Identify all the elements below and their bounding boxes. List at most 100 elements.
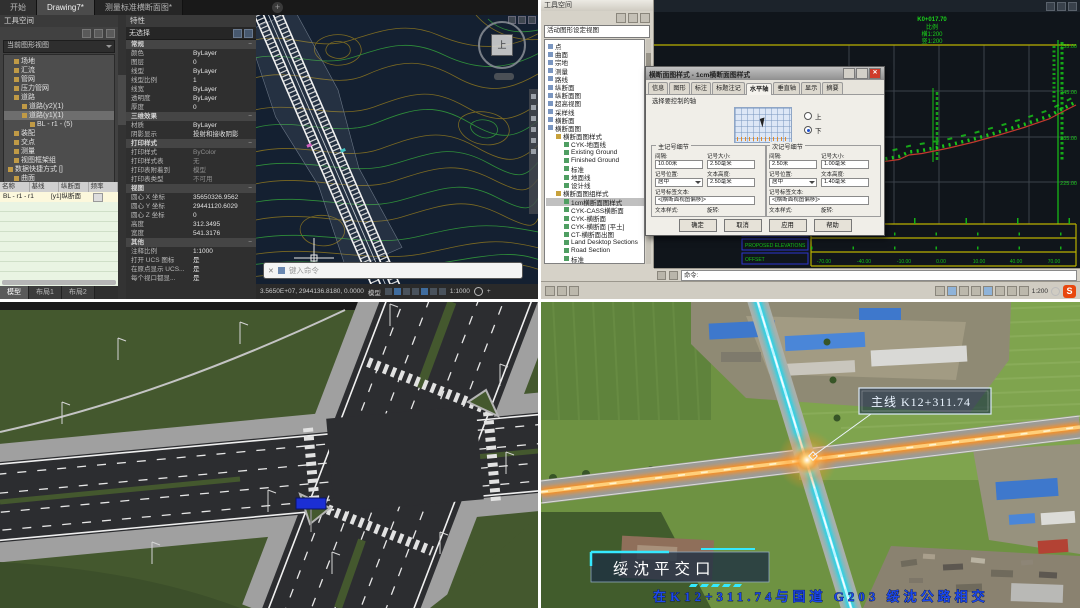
file-tab[interactable]: 测量标准横断面图* (95, 0, 183, 15)
property-row[interactable]: 打印样式表 无 (126, 157, 256, 166)
tree-item[interactable]: Existing Ground (546, 148, 644, 156)
customize-icon[interactable] (278, 267, 285, 274)
horizontal-scrollbar[interactable] (2, 280, 116, 285)
property-row[interactable]: 常规 (126, 40, 256, 49)
new-tab-button[interactable]: + (272, 2, 283, 13)
file-tab[interactable]: Drawing7* (37, 0, 95, 15)
close-icon[interactable]: ✕ (268, 267, 274, 275)
field-input[interactable]: 2.50毫米 (707, 178, 755, 187)
property-row[interactable]: 打印表类型 不可用 (126, 175, 256, 184)
panel-icon[interactable] (628, 13, 638, 23)
property-row[interactable]: 在原点显示 UCS... 是 (126, 265, 256, 274)
tree-item[interactable]: 标准 (546, 165, 644, 173)
field-input[interactable]: 2.50米 (769, 160, 817, 169)
window-buttons[interactable] (1046, 2, 1077, 11)
tree-item[interactable]: 视图框架组 (4, 156, 114, 165)
settings-view-select[interactable]: 活动图形设定视图 (544, 25, 650, 38)
restore-icon[interactable] (518, 16, 526, 24)
tree-item[interactable]: 道路 (546, 263, 644, 264)
command-icon[interactable] (657, 271, 666, 280)
dialog-button[interactable]: 帮助 (814, 219, 852, 232)
toolspace-toolbar[interactable] (616, 13, 650, 23)
property-row[interactable]: 高度 312.3495 (126, 220, 256, 229)
field-input[interactable]: <[横断面视图偏移]> (769, 196, 869, 205)
layout-tab[interactable]: 模型 (0, 286, 29, 299)
viewcube-top-face[interactable]: 上 (491, 34, 513, 56)
panel-icon[interactable] (82, 29, 91, 38)
panel-icon[interactable] (616, 13, 626, 23)
tree-item[interactable]: 标准 (546, 255, 644, 263)
command-line[interactable]: ✕ 键入命令 (264, 263, 522, 278)
tree-item[interactable]: 装配 (4, 129, 114, 138)
app-logo[interactable]: S (1063, 285, 1076, 298)
toolspace-toolbar[interactable] (82, 29, 115, 38)
plan-drawing-area[interactable]: 上 ✕ 键入命令 (256, 15, 538, 284)
tree-item[interactable]: 道路(y1)(1) (4, 111, 114, 120)
status-icons[interactable] (385, 288, 446, 295)
file-tab[interactable]: 开始 (0, 0, 37, 15)
property-row[interactable]: 其他 (126, 238, 256, 247)
property-row[interactable]: 圆心 Z 坐标 0 (126, 211, 256, 220)
minimize-icon[interactable] (843, 68, 855, 79)
column-header[interactable]: 频率 (89, 182, 119, 192)
property-row[interactable]: 厚度 0 (126, 103, 256, 112)
selection-dropdown[interactable]: 无选择 (126, 27, 256, 40)
wcs-pill[interactable] (494, 73, 514, 80)
tree-item[interactable]: 地面线 (546, 173, 644, 181)
dialog-button[interactable]: 确定 (679, 219, 717, 232)
property-row[interactable]: 颜色 ByLayer (126, 49, 256, 58)
panel-icon[interactable] (640, 13, 650, 23)
minimize-icon[interactable] (1046, 2, 1055, 11)
tree-item[interactable]: Finished Ground (546, 157, 644, 165)
property-row[interactable]: 线型 ByLayer (126, 67, 256, 76)
tree-item[interactable]: 测量 (4, 147, 114, 156)
close-icon[interactable] (1068, 2, 1077, 11)
plus-icon[interactable]: + (487, 288, 491, 295)
property-row[interactable]: 透明度 ByLayer (126, 94, 256, 103)
property-row[interactable]: 宽度 541.3176 (126, 229, 256, 238)
palette-side-strip[interactable] (118, 15, 126, 299)
toggle-value-icon[interactable] (244, 29, 253, 38)
annotation-scale[interactable]: 1:200 (1032, 288, 1048, 295)
property-row[interactable]: 三维效果 (126, 112, 256, 121)
properties-toolbar[interactable] (233, 29, 253, 38)
tree-item[interactable]: 管网 (4, 75, 114, 84)
gear-icon[interactable] (474, 287, 483, 296)
dialog-titlebar[interactable]: 横断面图样式 - 1cm横断面图样式 ✕ (646, 67, 884, 80)
status-left-icons[interactable] (545, 286, 579, 296)
close-icon[interactable]: ✕ (869, 68, 881, 79)
radio-bottom[interactable]: 下 (804, 125, 822, 135)
panel-icon[interactable] (106, 29, 115, 38)
dialog-button[interactable]: 应用 (769, 219, 807, 232)
tree-item[interactable]: 交点 (4, 138, 114, 147)
property-row[interactable]: 打印样式 ByColor (126, 148, 256, 157)
field-input[interactable]: <[横断面视图偏移]> (655, 196, 755, 205)
property-row[interactable]: 视图 (126, 184, 256, 193)
tree-item[interactable]: Road Section (546, 247, 644, 255)
tree-item[interactable]: 数据快捷方式 [] (4, 165, 114, 174)
viewcube[interactable]: 上 (478, 21, 526, 69)
gear-icon[interactable] (1051, 287, 1060, 296)
field-input[interactable]: 居中 (769, 178, 817, 187)
property-row[interactable]: 材质 ByLayer (126, 121, 256, 130)
help-icon[interactable] (856, 68, 868, 79)
layout-tab[interactable]: 布局2 (62, 286, 95, 299)
tree-item[interactable]: Land Desktop Sections (546, 239, 644, 247)
annotation-scale[interactable]: 1:1000 (450, 288, 470, 295)
column-header[interactable]: 纵断面 (59, 182, 89, 192)
model-space-toggle[interactable]: 模型 (368, 287, 381, 297)
property-row[interactable]: 打印样式 (126, 139, 256, 148)
toolspace-view-select[interactable]: 当前图形视图 (3, 40, 115, 53)
tree-item[interactable]: CYK-地面线 (546, 140, 644, 148)
quick-select-icon[interactable] (233, 29, 242, 38)
radio-top[interactable]: 上 (804, 111, 822, 121)
column-header[interactable]: 名称 (0, 182, 30, 192)
property-row[interactable]: 打开 UCS 图标 是 (126, 256, 256, 265)
field-input[interactable]: 2.50毫米 (707, 160, 755, 169)
property-row[interactable]: 注释比例 1:1000 (126, 247, 256, 256)
tree-item[interactable]: BL - r1 - (5) (4, 120, 114, 129)
property-row[interactable]: 打印表附着到 模型 (126, 166, 256, 175)
close-icon[interactable] (528, 16, 536, 24)
tree-item[interactable]: CT-横断面出图 (546, 230, 644, 238)
field-input[interactable]: 1.40毫米 (821, 178, 869, 187)
